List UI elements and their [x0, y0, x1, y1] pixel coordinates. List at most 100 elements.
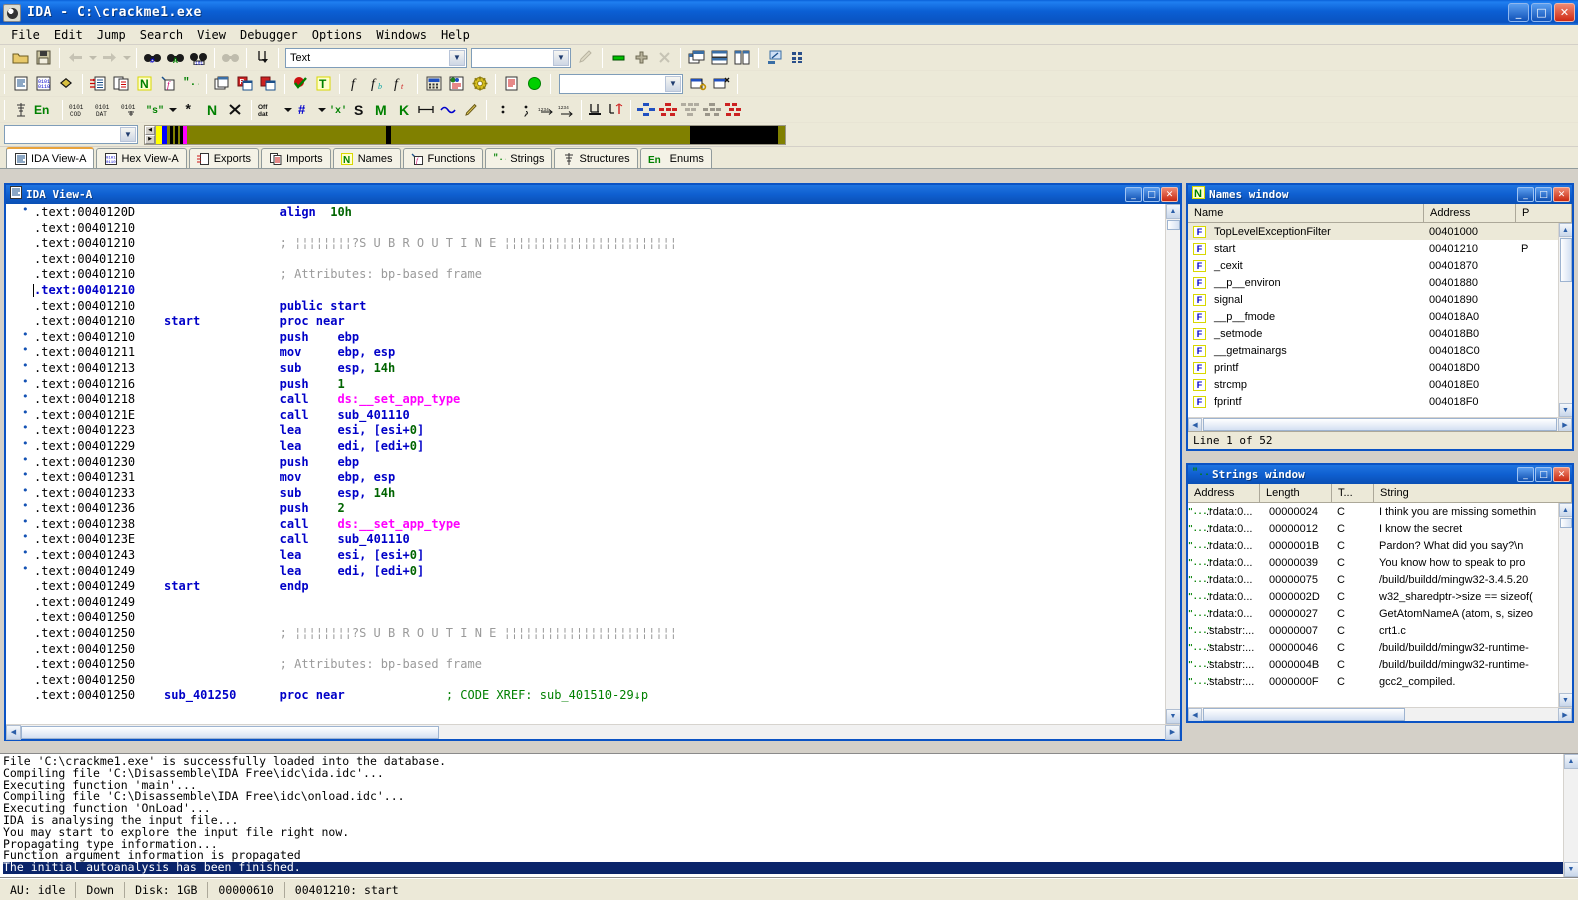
table-row[interactable]: "..." .rdata:0... 0000001B C Pardon? What di… [1188, 537, 1558, 554]
disassembly-vscrollbar[interactable]: ▲ ▼ [1165, 204, 1180, 724]
navband-segment[interactable] [391, 125, 690, 144]
tab-imports[interactable]: Imports [261, 148, 331, 168]
line-label[interactable] [164, 657, 280, 671]
close-button[interactable]: ✕ [1553, 187, 1570, 202]
stack-var-icon[interactable]: K [393, 99, 416, 121]
navband-zoom-out-icon[interactable]: ▶ [145, 134, 155, 144]
function-ft-icon[interactable]: ft [390, 73, 413, 95]
scroll-right-icon[interactable]: ▶ [1558, 417, 1572, 431]
output-line[interactable]: You may start to explore the input file … [3, 826, 1563, 839]
maximize-button[interactable]: □ [1531, 3, 1552, 22]
tab-structures[interactable]: Structures [554, 148, 638, 168]
menu-debugger[interactable]: Debugger [233, 27, 305, 43]
output-vscrollbar[interactable]: ▲ ▼ [1563, 754, 1578, 877]
line-label[interactable] [164, 470, 280, 484]
line-label[interactable] [164, 642, 280, 656]
table-row[interactable]: "..." .rdata:0... 0000002D Cw32_sharedptr->… [1188, 588, 1558, 605]
arrange-icon[interactable] [763, 47, 786, 69]
tab-strings[interactable]: "..." Strings [485, 148, 553, 168]
line-label[interactable] [164, 455, 280, 469]
disassembly-line[interactable]: .text:00401250 ; Attributes: bp-based fr… [20, 657, 1165, 673]
line-label[interactable] [164, 439, 280, 453]
disassembly-line[interactable]: .text:00401250 [20, 610, 1165, 626]
search-again-icon[interactable] [219, 47, 242, 69]
disassembly-line[interactable]: • .text:0040120D align 10h [20, 204, 1165, 221]
add-breakpoint-icon[interactable] [630, 47, 653, 69]
line-label[interactable] [164, 236, 280, 250]
tab-hex-view-a[interactable]: 0101 0110 Hex View-A [96, 148, 187, 168]
column-header-name[interactable]: Name [1188, 204, 1424, 222]
disassembly-line[interactable]: • .text:00401210 push ebp [20, 328, 1165, 346]
column-header-type[interactable]: T... [1332, 484, 1374, 502]
structures-icon[interactable] [55, 73, 78, 95]
offset-icon[interactable]: Off dat [256, 99, 282, 121]
tile-vertical-icon[interactable] [731, 47, 754, 69]
nav-forward-dropdown-icon[interactable] [121, 47, 132, 69]
chevron-down-icon[interactable]: ▼ [120, 127, 136, 142]
line-label[interactable] [164, 548, 280, 562]
disassembly-line[interactable]: • .text:00401243 lea esi, [esi+0] [20, 546, 1165, 564]
data-icon[interactable]: 0101 DAT [93, 99, 119, 121]
notepad-icon[interactable] [500, 73, 523, 95]
graph-flow-icon[interactable] [635, 99, 657, 121]
tab-exports[interactable]: Exports [188, 148, 259, 168]
search-query-combo[interactable]: ▼ [471, 47, 571, 68]
output-line[interactable]: Compiling file 'C:\Disassemble\IDA Free\… [3, 767, 1563, 780]
disassembly-line[interactable]: .text:00401249 [20, 595, 1165, 611]
imports-icon[interactable] [110, 73, 133, 95]
strings-window-titlebar[interactable]: "..." Strings window _ □ ✕ [1188, 465, 1572, 484]
open-file-icon[interactable] [9, 47, 32, 69]
navband-zoom-in-icon[interactable]: ◀ [145, 125, 155, 135]
tab-names[interactable]: N Names [332, 148, 401, 168]
disassembly-line[interactable]: • .text:00401231 mov ebp, esp [20, 468, 1165, 486]
line-label[interactable] [164, 486, 280, 500]
disassembly-hscrollbar[interactable]: ◀ ▶ [6, 724, 1180, 740]
tile-horizontal-icon[interactable] [708, 47, 731, 69]
debug-target-combo[interactable]: ▼ [559, 73, 683, 94]
signatures-icon[interactable] [289, 73, 312, 95]
scroll-thumb[interactable] [1559, 238, 1572, 282]
close-button[interactable]: ✕ [1161, 187, 1178, 202]
scroll-thumb[interactable] [1166, 220, 1180, 230]
disassembly-line[interactable]: • .text:00401249 lea edi, [edi+0] [20, 562, 1165, 580]
exports-icon[interactable] [87, 73, 110, 95]
segment-regs-icon[interactable]: R [234, 73, 257, 95]
menu-jump[interactable]: Jump [90, 27, 133, 43]
disassembly-line[interactable]: .text:00401250 ; ¦¦¦¦¦¦¦¦?S U B R O U T … [20, 626, 1165, 642]
disassembly-listing[interactable]: • .text:0040120D align 10h .text:00401210 … [20, 204, 1165, 724]
disassembly-line[interactable]: .text:00401250 sub_401250 proc near ; CO… [20, 688, 1165, 704]
tab-ida-view-a[interactable]: IDA View-A [6, 147, 95, 168]
offset-dropdown-icon[interactable] [282, 99, 293, 121]
hscroll-thumb[interactable] [21, 725, 439, 739]
disassembly-line[interactable]: .text:00401210 start proc near [20, 314, 1165, 330]
names-window-titlebar[interactable]: N Names window _ □ ✕ [1188, 185, 1572, 204]
brush-icon[interactable] [575, 47, 598, 69]
menu-options[interactable]: Options [305, 27, 370, 43]
disassembly-line[interactable]: .text:00401210 public start [20, 299, 1165, 315]
line-label[interactable] [164, 377, 280, 391]
disassembly-line[interactable]: • .text:00401218 call ds:__set_app_type [20, 390, 1165, 408]
scroll-up-icon[interactable]: ▲ [1558, 223, 1572, 237]
edit-icon[interactable] [459, 99, 482, 121]
close-button[interactable]: ✕ [1554, 3, 1575, 22]
hex-view-icon[interactable]: 0101 0110 [32, 73, 55, 95]
scroll-up-icon[interactable]: ▲ [1165, 204, 1180, 219]
table-row[interactable]: Ffprintf 004018F0 [1188, 393, 1558, 410]
patch-program-icon[interactable] [445, 73, 468, 95]
disassembly-line[interactable]: • .text:00401211 mov ebp, esp [20, 343, 1165, 361]
scroll-down-icon[interactable]: ▼ [1558, 403, 1572, 417]
output-line[interactable]: Compiling file 'C:\Disassemble\IDA Free\… [3, 791, 1563, 803]
names-icon[interactable]: N [133, 73, 156, 95]
scroll-thumb[interactable] [1559, 518, 1572, 528]
delete-breakpoint-icon[interactable] [653, 47, 676, 69]
scroll-up-icon[interactable]: ▲ [1563, 754, 1578, 769]
navband-zoom-spinner[interactable]: ◀ ▶ [145, 125, 156, 144]
table-row[interactable]: "..." .rdata:0... 00000027 C GetAtomNameA (a… [1188, 605, 1558, 622]
semicolon-icon[interactable] [514, 99, 537, 121]
maximize-button[interactable]: □ [1535, 467, 1552, 482]
table-row[interactable]: "..." .rdata:0... 00000039 C You know how to… [1188, 554, 1558, 571]
chevron-down-icon[interactable]: ▼ [665, 75, 681, 92]
line-label[interactable] [164, 205, 280, 219]
column-header-string[interactable]: String [1374, 484, 1572, 502]
scroll-right-icon[interactable]: ▶ [1165, 724, 1180, 740]
